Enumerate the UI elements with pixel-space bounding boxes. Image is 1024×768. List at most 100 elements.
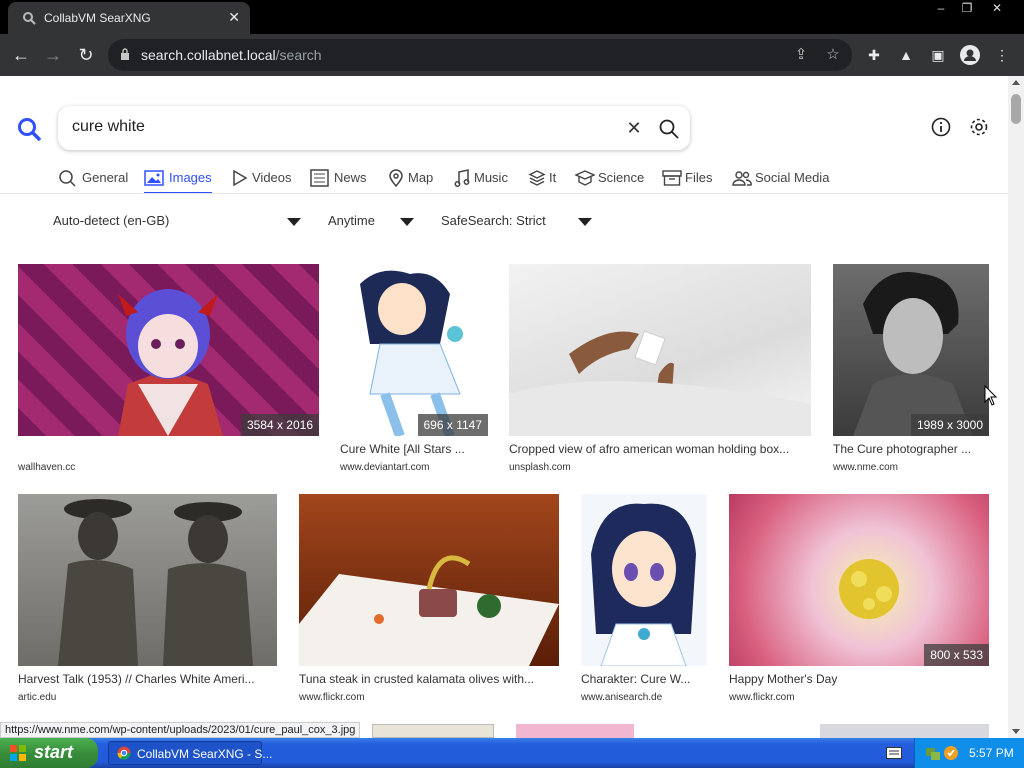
image-resolution: 3584 x 2016 <box>240 414 319 436</box>
result-source: www.flickr.com <box>729 692 795 703</box>
search-box[interactable]: cure white ✕ <box>58 106 690 150</box>
taskbar-window-button[interactable]: CollabVM SearXNG - S... <box>108 741 272 765</box>
reload-icon[interactable]: ↻ <box>75 44 97 66</box>
clear-search-icon[interactable]: ✕ <box>624 118 644 138</box>
tab-files[interactable]: Files <box>662 168 718 194</box>
tab-science[interactable]: Science <box>575 168 647 194</box>
image-result-partial[interactable] <box>372 724 494 738</box>
info-icon[interactable] <box>930 116 952 138</box>
side-panel-icon[interactable]: ▣ <box>928 45 948 65</box>
result-source: www.nme.com <box>833 462 899 473</box>
category-divider <box>0 193 1008 194</box>
result-source: wallhaven.cc <box>18 462 76 473</box>
tab-general[interactable]: General <box>58 168 128 194</box>
tab-label: Videos <box>252 170 292 185</box>
image-result[interactable]: Tuna steak in crusted kalamata olives wi… <box>299 494 559 704</box>
url-path: /search <box>275 47 322 63</box>
tab-label: General <box>82 170 129 185</box>
tab-label: Map <box>408 170 434 185</box>
hands-holding-box-photo <box>509 330 811 436</box>
image-result[interactable]: 1989 x 3000 The Cure photographer ... ww… <box>833 264 989 474</box>
searxng-logo-icon[interactable] <box>16 116 42 142</box>
play-icon <box>233 169 248 187</box>
link-status-bubble: https://www.nme.com/wp-content/uploads/2… <box>0 722 361 738</box>
menu-kebab-icon[interactable]: ⋮ <box>992 45 1012 65</box>
restore-window-icon[interactable]: ❐ <box>954 0 980 18</box>
tab-news[interactable]: News <box>310 168 368 194</box>
image-result-partial[interactable] <box>516 724 634 738</box>
profile-avatar-icon[interactable] <box>960 45 980 65</box>
image-result[interactable]: Cropped view of afro american woman hold… <box>509 264 811 474</box>
back-arrow-icon[interactable]: ← <box>10 44 32 66</box>
result-title: Harvest Talk (1953) // Charles White Ame… <box>18 672 255 686</box>
result-thumbnail <box>299 494 559 666</box>
scroll-down-arrow-icon[interactable] <box>1012 729 1020 734</box>
safesearch-select[interactable]: SafeSearch: Strict <box>441 210 593 232</box>
page-scrollbar[interactable] <box>1008 76 1024 738</box>
system-clock: 5:57 PM <box>969 746 1014 760</box>
harvest-talk-drawing <box>58 499 253 666</box>
search-submit-icon[interactable] <box>658 118 680 140</box>
result-thumbnail <box>581 494 707 666</box>
minimize-window-icon[interactable]: ‒ <box>928 0 954 18</box>
tab-label: Science <box>598 170 645 185</box>
result-thumbnail: 3584 x 2016 <box>18 264 319 436</box>
image-result[interactable]: 3584 x 2016 wallhaven.cc <box>18 264 319 474</box>
safesearch-value: SafeSearch: Strict <box>441 213 546 228</box>
tab-social-media[interactable]: Social Media <box>732 168 832 194</box>
start-button[interactable]: start <box>0 738 98 768</box>
keyboard-icon[interactable] <box>886 747 902 759</box>
result-thumbnail: 696 x 1147 <box>340 264 488 436</box>
forward-arrow-icon[interactable]: → <box>42 44 64 66</box>
layers-icon <box>528 170 546 186</box>
screen: CollabVM SearXNG ✕ ‒ ❐ ✕ ← → ↻ search.co… <box>0 0 1024 768</box>
tab-close-icon[interactable]: ✕ <box>228 9 240 26</box>
address-url: search.collabnet.local/search <box>141 47 322 63</box>
time-range-select[interactable]: Anytime <box>328 210 416 232</box>
labs-flask-icon[interactable]: ▲ <box>896 45 916 65</box>
bookmark-star-icon[interactable]: ☆ <box>824 46 842 64</box>
image-icon <box>144 170 164 186</box>
searxng-favicon-icon <box>23 12 36 25</box>
language-value: Auto-detect (en-GB) <box>53 213 170 228</box>
result-source: artic.edu <box>18 692 57 703</box>
tab-videos[interactable]: Videos <box>232 168 294 194</box>
extensions-puzzle-icon[interactable]: ✚ <box>864 45 884 65</box>
flower-macro-photo <box>839 559 899 619</box>
close-window-icon[interactable]: ✕ <box>984 0 1010 18</box>
network-icon[interactable] <box>925 745 941 761</box>
chrome-icon <box>117 746 131 760</box>
scroll-up-arrow-icon[interactable] <box>1012 80 1020 85</box>
tab-label: Social Media <box>755 170 830 185</box>
result-source: www.flickr.com <box>299 692 365 703</box>
browser-tab[interactable]: CollabVM SearXNG ✕ <box>8 2 250 34</box>
tab-images[interactable]: Images <box>144 168 212 194</box>
address-bar[interactable]: search.collabnet.local/search ⇪ ☆ <box>108 39 852 71</box>
map-pin-icon <box>389 169 403 187</box>
image-result[interactable]: 696 x 1147 Cure White [All Stars ... www… <box>340 264 488 474</box>
security-shield-icon[interactable] <box>943 745 959 761</box>
image-result[interactable]: 800 x 533 Happy Mother's Day www.flickr.… <box>729 494 989 704</box>
image-result[interactable]: Charakter: Cure W... www.anisearch.de <box>581 494 707 704</box>
share-icon[interactable]: ⇪ <box>792 46 810 64</box>
tab-label: Files <box>685 170 713 185</box>
tab-map[interactable]: Map <box>388 168 436 194</box>
image-resolution: 696 x 1147 <box>417 414 488 436</box>
tab-title: CollabVM SearXNG <box>44 11 151 25</box>
result-title: Tuna steak in crusted kalamata olives wi… <box>299 672 534 686</box>
gear-icon[interactable] <box>968 116 990 138</box>
image-result[interactable]: Harvest Talk (1953) // Charles White Ame… <box>18 494 277 704</box>
tab-it[interactable]: It <box>528 168 560 194</box>
scrollbar-thumb[interactable] <box>1011 94 1021 124</box>
result-title: The Cure photographer ... <box>833 442 972 456</box>
url-host: search.collabnet.local <box>141 47 276 63</box>
people-icon <box>732 171 752 186</box>
image-resolution: 1989 x 3000 <box>910 414 989 436</box>
windows-taskbar: start CollabVM SearXNG - S... 5:57 PM <box>0 738 1024 768</box>
language-select[interactable]: Auto-detect (en-GB) <box>53 210 303 232</box>
tab-label: Images <box>169 170 212 185</box>
image-result-partial[interactable] <box>820 724 989 738</box>
tuna-steak-photo <box>299 555 559 666</box>
search-input[interactable]: cure white <box>72 118 145 136</box>
tab-music[interactable]: Music <box>454 168 510 194</box>
